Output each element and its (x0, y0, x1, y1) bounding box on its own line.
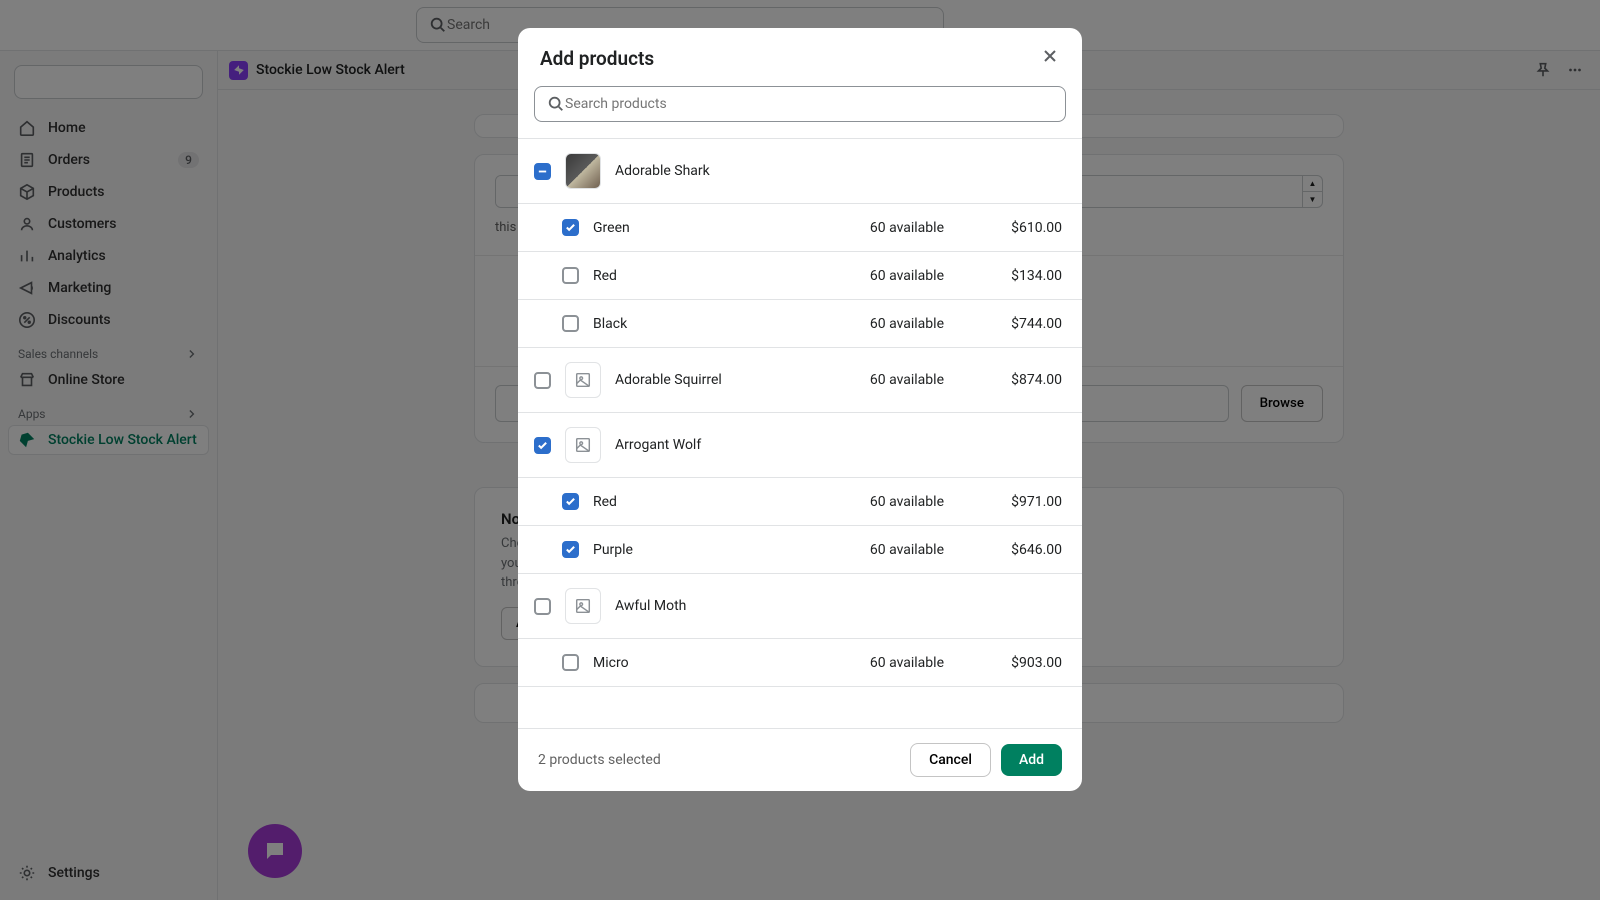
variant-price: $610.00 (976, 220, 1062, 236)
product-thumbnail-placeholder (565, 427, 601, 463)
close-icon (1040, 46, 1060, 66)
variant-price: $903.00 (976, 655, 1062, 671)
add-button[interactable]: Add (1001, 744, 1062, 776)
product-name: Adorable Squirrel (615, 372, 722, 388)
variant-price: $646.00 (976, 542, 1062, 558)
modal-overlay[interactable]: Add products Adorable Shark Green 60 ava… (0, 0, 1600, 900)
variant-price: $971.00 (976, 494, 1062, 510)
cancel-button[interactable]: Cancel (910, 743, 991, 777)
variant-price: $744.00 (976, 316, 1062, 332)
product-thumbnail (565, 153, 601, 189)
variant-name: Black (593, 316, 627, 332)
checkbox[interactable] (534, 163, 551, 180)
product-price: $874.00 (976, 372, 1062, 388)
variant-row[interactable]: Black 60 available $744.00 (518, 300, 1082, 348)
checkbox[interactable] (534, 372, 551, 389)
checkbox[interactable] (562, 219, 579, 236)
product-row[interactable]: Awful Moth (518, 574, 1082, 639)
variant-name: Purple (593, 542, 633, 558)
checkbox[interactable] (562, 654, 579, 671)
checkbox[interactable] (562, 315, 579, 332)
product-availability: 60 available (870, 372, 944, 388)
modal-search-box[interactable] (534, 86, 1066, 122)
variant-availability: 60 available (870, 220, 944, 236)
product-name: Awful Moth (615, 598, 686, 614)
variant-row[interactable]: Purple 60 available $646.00 (518, 526, 1082, 574)
add-products-modal: Add products Adorable Shark Green 60 ava… (518, 28, 1082, 791)
variant-name: Green (593, 220, 630, 236)
variant-row[interactable]: Red 60 available $134.00 (518, 252, 1082, 300)
variant-name: Red (593, 494, 617, 510)
product-name: Arrogant Wolf (615, 437, 701, 453)
variant-availability: 60 available (870, 655, 944, 671)
variant-availability: 60 available (870, 316, 944, 332)
variant-availability: 60 available (870, 494, 944, 510)
checkbox[interactable] (534, 437, 551, 454)
modal-title: Add products (540, 47, 654, 70)
search-icon (547, 95, 565, 113)
product-list[interactable]: Adorable Shark Green 60 available $610.0… (518, 138, 1082, 728)
product-name: Adorable Shark (615, 163, 710, 179)
checkbox[interactable] (562, 541, 579, 558)
product-row[interactable]: Adorable Shark (518, 139, 1082, 204)
variant-name: Micro (593, 655, 629, 671)
variant-row[interactable]: Green 60 available $610.00 (518, 204, 1082, 252)
product-thumbnail-placeholder (565, 588, 601, 624)
product-thumbnail-placeholder (565, 362, 601, 398)
selected-count: 2 products selected (538, 752, 661, 768)
product-row[interactable]: Arrogant Wolf (518, 413, 1082, 478)
product-row[interactable]: Adorable Squirrel 60 available $874.00 (518, 348, 1082, 413)
variant-price: $134.00 (976, 268, 1062, 284)
variant-availability: 60 available (870, 268, 944, 284)
variant-row[interactable]: Red 60 available $971.00 (518, 478, 1082, 526)
close-button[interactable] (1040, 46, 1060, 70)
checkbox[interactable] (534, 598, 551, 615)
checkbox[interactable] (562, 267, 579, 284)
checkbox[interactable] (562, 493, 579, 510)
variant-name: Red (593, 268, 617, 284)
variant-row[interactable]: Micro 60 available $903.00 (518, 639, 1082, 687)
modal-search-input[interactable] (565, 96, 1053, 112)
variant-availability: 60 available (870, 542, 944, 558)
